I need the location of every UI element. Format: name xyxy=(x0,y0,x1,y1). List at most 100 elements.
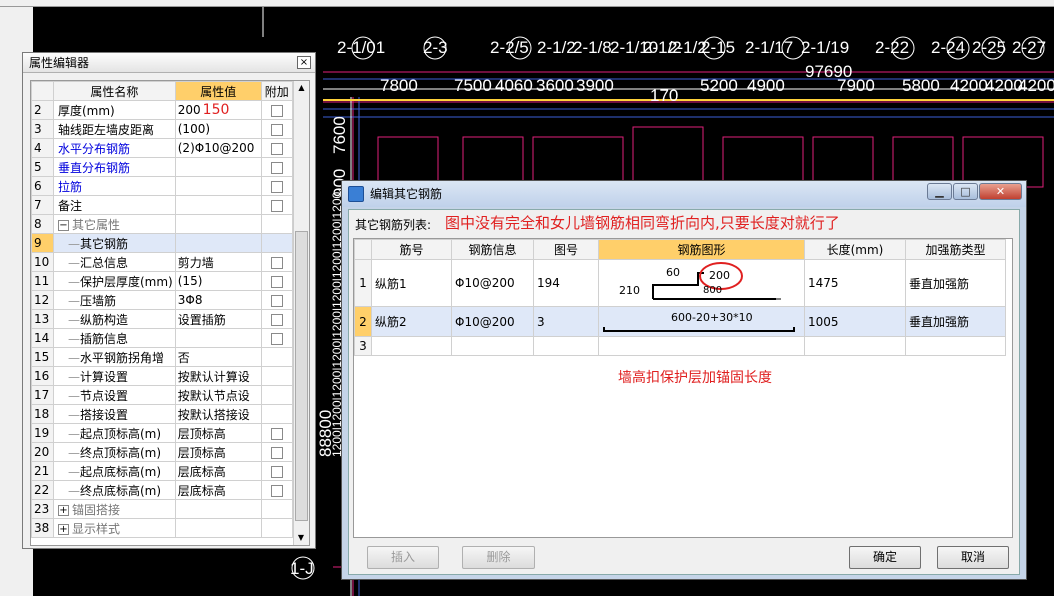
property-value-cell[interactable]: 层顶标高 xyxy=(174,442,262,462)
property-value-cell[interactable]: 200 150 xyxy=(174,100,262,120)
property-name-cell[interactable]: 厚度(mm) xyxy=(53,100,176,120)
property-row[interactable]: 17 —节点设置 按默认节点设 xyxy=(31,385,293,405)
property-name-cell[interactable]: 备注 xyxy=(53,195,176,215)
property-extra-cell[interactable] xyxy=(260,518,293,538)
bar-shape-cell[interactable] xyxy=(598,336,805,356)
bar-number-cell[interactable] xyxy=(371,336,452,356)
extra-checkbox[interactable] xyxy=(270,446,283,459)
property-row[interactable]: 21 —起点底标高(m) 层底标高 xyxy=(31,461,293,481)
property-row[interactable]: 2 厚度(mm) 200 150 xyxy=(31,100,293,120)
extra-checkbox[interactable] xyxy=(270,104,283,117)
expand-icon[interactable]: + xyxy=(58,504,69,516)
property-name-cell[interactable]: + 显示样式 xyxy=(53,518,176,538)
insert-button[interactable]: 插入 xyxy=(367,546,439,569)
property-value-cell[interactable] xyxy=(174,214,262,234)
property-value-cell[interactable] xyxy=(174,233,262,253)
property-name-cell[interactable]: —水平钢筋拐角增 xyxy=(53,347,176,367)
property-extra-cell[interactable] xyxy=(260,176,293,196)
property-name-cell[interactable]: —终点底标高(m) xyxy=(53,480,176,500)
collapse-icon[interactable]: − xyxy=(58,219,69,231)
property-row[interactable]: 15 —水平钢筋拐角增否 xyxy=(31,347,293,367)
property-row[interactable]: 12 —压墙筋 3Φ8 xyxy=(31,290,293,310)
extra-checkbox[interactable] xyxy=(270,275,283,288)
bar-shape-cell[interactable]: 60 200 210 800 xyxy=(598,259,805,307)
property-extra-cell[interactable] xyxy=(260,271,293,291)
extra-checkbox[interactable] xyxy=(270,294,283,307)
property-row[interactable]: 16 —计算设置 按默认计算设 xyxy=(31,366,293,386)
property-extra-header[interactable]: 附加 xyxy=(260,81,293,101)
property-row[interactable]: 14 —插筋信息 xyxy=(31,328,293,348)
property-extra-cell[interactable] xyxy=(260,138,293,158)
property-extra-cell[interactable] xyxy=(260,214,293,234)
reinforcement-type-cell[interactable]: 垂直加强筋 xyxy=(905,259,1006,307)
property-row[interactable]: 7 备注 xyxy=(31,195,293,215)
property-row[interactable]: 5 垂直分布钢筋 xyxy=(31,157,293,177)
property-value-cell[interactable]: 剪力墙 xyxy=(174,252,262,272)
bar-info-cell[interactable]: Φ10@200 xyxy=(451,306,534,337)
bar-shape-header[interactable]: 钢筋图形 xyxy=(598,239,805,260)
property-row[interactable]: 20 —终点顶标高(m) 层顶标高 xyxy=(31,442,293,462)
property-value-cell[interactable]: 按默认节点设 xyxy=(174,385,262,405)
bar-info-header[interactable]: 钢筋信息 xyxy=(451,239,534,260)
extra-checkbox[interactable] xyxy=(270,427,283,440)
bar-number-header[interactable]: 筋号 xyxy=(371,239,452,260)
property-value-cell[interactable]: 设置插筋 xyxy=(174,309,262,329)
property-extra-cell[interactable] xyxy=(260,442,293,462)
close-icon[interactable]: × xyxy=(297,56,311,69)
property-value-cell[interactable] xyxy=(174,499,262,519)
property-value-cell[interactable] xyxy=(174,176,262,196)
property-value-cell[interactable] xyxy=(174,195,262,215)
bar-info-cell[interactable] xyxy=(451,336,534,356)
property-row[interactable]: 8− 其它属性 xyxy=(31,214,293,234)
bar-number-cell[interactable]: 纵筋2 xyxy=(371,306,452,337)
length-cell[interactable] xyxy=(804,336,906,356)
property-row[interactable]: 18 —搭接设置 按默认搭接设 xyxy=(31,404,293,424)
property-editor-title-bar[interactable]: 属性编辑器 × xyxy=(23,53,315,73)
extra-checkbox[interactable] xyxy=(270,199,283,212)
property-name-cell[interactable]: —搭接设置 xyxy=(53,404,176,424)
property-name-cell[interactable]: —保护层厚度(mm) xyxy=(53,271,176,291)
property-value-cell[interactable]: 层底标高 xyxy=(174,480,262,500)
delete-button[interactable]: 删除 xyxy=(462,546,535,569)
property-extra-cell[interactable] xyxy=(260,404,293,424)
extra-checkbox[interactable] xyxy=(270,465,283,478)
property-name-cell[interactable]: 垂直分布钢筋 xyxy=(53,157,176,177)
property-name-cell[interactable]: + 锚固搭接 xyxy=(53,499,176,519)
length-cell[interactable]: 1475 xyxy=(804,259,906,307)
property-extra-cell[interactable] xyxy=(260,328,293,348)
rebar-grid[interactable]: 筋号 钢筋信息 图号 钢筋图形 长度(mm) 加强筋类型 1 纵筋1 Φ10@2… xyxy=(353,238,1013,538)
property-extra-cell[interactable] xyxy=(260,480,293,500)
property-extra-cell[interactable] xyxy=(260,195,293,215)
property-value-cell[interactable]: 按默认计算设 xyxy=(174,366,262,386)
ok-button[interactable]: 确定 xyxy=(849,546,921,569)
property-row[interactable]: 13 —纵筋构造 设置插筋 xyxy=(31,309,293,329)
property-extra-cell[interactable] xyxy=(260,499,293,519)
scroll-thumb[interactable] xyxy=(295,231,308,521)
extra-checkbox[interactable] xyxy=(270,161,283,174)
property-name-cell[interactable]: —纵筋构造 xyxy=(53,309,176,329)
property-name-cell[interactable]: —插筋信息 xyxy=(53,328,176,348)
property-row[interactable]: 11 —保护层厚度(mm) (15) xyxy=(31,271,293,291)
property-name-cell[interactable]: —其它钢筋 xyxy=(53,233,176,253)
property-extra-cell[interactable] xyxy=(260,119,293,139)
scroll-up-icon[interactable]: ▲ xyxy=(294,81,309,95)
property-value-cell[interactable]: (15) xyxy=(174,271,262,291)
property-extra-cell[interactable] xyxy=(260,347,293,367)
property-value-cell[interactable]: 层底标高 xyxy=(174,461,262,481)
property-name-cell[interactable]: 水平分布钢筋 xyxy=(53,138,176,158)
length-cell[interactable]: 1005 xyxy=(804,306,906,337)
property-name-cell[interactable]: —汇总信息 xyxy=(53,252,176,272)
close-icon[interactable]: ✕ xyxy=(979,183,1022,200)
property-name-cell[interactable]: —起点底标高(m) xyxy=(53,461,176,481)
property-row[interactable]: 22 —终点底标高(m) 层底标高 xyxy=(31,480,293,500)
table-row[interactable]: 2 纵筋2 Φ10@200 3 600-20+30*10 1005 垂直加强筋 xyxy=(354,306,1006,337)
property-name-cell[interactable]: —起点顶标高(m) xyxy=(53,423,176,443)
property-name-header[interactable]: 属性名称 xyxy=(53,81,176,101)
extra-checkbox[interactable] xyxy=(270,484,283,497)
table-row[interactable]: 1 纵筋1 Φ10@200 194 60 200 210 800 1475 垂直… xyxy=(354,259,1006,307)
cancel-button[interactable]: 取消 xyxy=(937,546,1009,569)
expand-icon[interactable]: + xyxy=(58,523,69,535)
property-row[interactable]: 6 拉筋 xyxy=(31,176,293,196)
scroll-down-icon[interactable]: ▼ xyxy=(294,531,308,545)
property-row[interactable]: 10 —汇总信息 剪力墙 xyxy=(31,252,293,272)
